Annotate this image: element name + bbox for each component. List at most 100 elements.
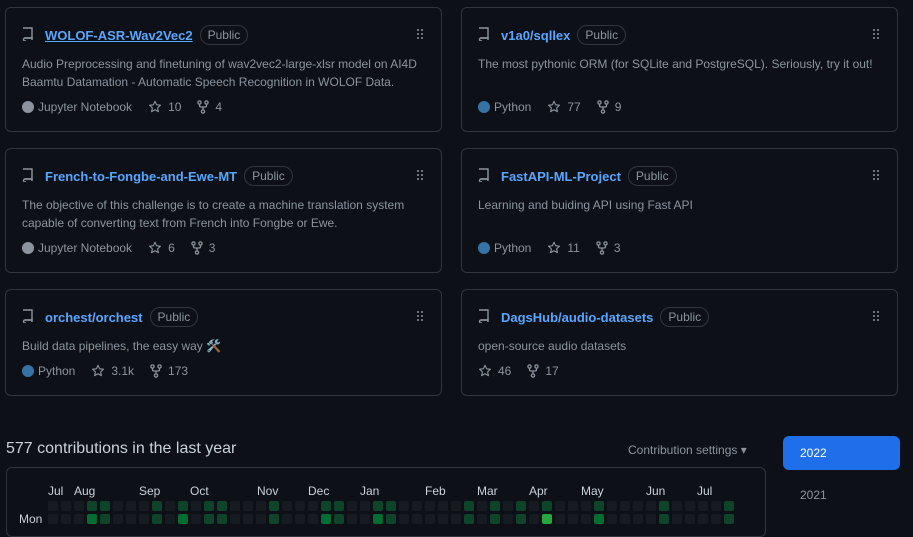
- repo-stars-link[interactable]: 6: [148, 241, 175, 255]
- contribution-day[interactable]: [269, 501, 279, 511]
- repo-card: FastAPI-ML-Project Public Learning and b…: [461, 148, 898, 273]
- repo-description: open-source audio datasets: [478, 339, 627, 353]
- contribution-day[interactable]: [607, 501, 617, 511]
- contribution-day[interactable]: [425, 501, 435, 511]
- repo-stars-link[interactable]: 11: [547, 241, 580, 255]
- repo-name-link[interactable]: orchest/orchest: [45, 310, 143, 325]
- contribution-day[interactable]: [308, 501, 318, 511]
- repo-stars-link[interactable]: 46: [478, 364, 511, 378]
- contribution-day[interactable]: [321, 501, 331, 511]
- contribution-day[interactable]: [386, 501, 396, 511]
- contribution-day[interactable]: [113, 501, 123, 511]
- contribution-day[interactable]: [347, 501, 357, 511]
- contributions-heading: 577 contributions in the last year: [6, 440, 237, 457]
- star-icon: [548, 100, 561, 113]
- repo-card: orchest/orchest Public Build data pipeli…: [5, 289, 442, 396]
- month-label: Aug: [74, 484, 96, 498]
- year-button-2022[interactable]: 2022: [783, 436, 900, 470]
- contribution-day[interactable]: [152, 501, 162, 511]
- repo-forks-link[interactable]: 4: [197, 100, 222, 114]
- contribution-day[interactable]: [74, 501, 84, 511]
- repo-name-link[interactable]: DagsHub/audio-datasets: [501, 310, 653, 325]
- year-button-2021[interactable]: 2021: [783, 478, 900, 512]
- contribution-day[interactable]: [724, 501, 734, 511]
- language-color-dot: [22, 242, 34, 254]
- contribution-day[interactable]: [256, 501, 266, 511]
- month-label: Oct: [190, 484, 209, 498]
- contribution-day[interactable]: [100, 501, 110, 511]
- repo-forks-link[interactable]: 3: [596, 241, 621, 255]
- visibility-badge: Public: [660, 307, 710, 327]
- contribution-day[interactable]: [646, 501, 656, 511]
- contribution-day[interactable]: [204, 501, 214, 511]
- contribution-day[interactable]: [412, 501, 422, 511]
- contribution-day[interactable]: [568, 501, 578, 511]
- contribution-settings-dropdown[interactable]: Contribution settings ▾: [628, 443, 747, 457]
- contribution-day[interactable]: [48, 501, 58, 511]
- drag-handle-icon[interactable]: [416, 28, 424, 40]
- contribution-day[interactable]: [282, 501, 292, 511]
- drag-handle-icon[interactable]: [872, 28, 880, 40]
- contribution-day[interactable]: [165, 501, 175, 511]
- contribution-day[interactable]: [295, 501, 305, 511]
- contribution-day[interactable]: [334, 501, 344, 511]
- contribution-day[interactable]: [581, 501, 591, 511]
- visibility-badge: Public: [199, 25, 249, 45]
- contribution-day[interactable]: [711, 501, 721, 511]
- contribution-day[interactable]: [529, 501, 539, 511]
- contribution-day[interactable]: [399, 501, 409, 511]
- repo-forks-link[interactable]: 3: [190, 241, 215, 255]
- repo-stars-link[interactable]: 3.1k: [91, 364, 134, 378]
- repo-description: Build data pipelines, the easy way 🛠️: [22, 339, 222, 353]
- contribution-day[interactable]: [191, 501, 201, 511]
- repo-icon: [22, 309, 33, 323]
- drag-handle-icon[interactable]: [416, 169, 424, 181]
- repo-card: French-to-Fongbe-and-Ewe-MT Public The o…: [5, 148, 442, 273]
- contribution-day[interactable]: [685, 501, 695, 511]
- contribution-day[interactable]: [373, 501, 383, 511]
- repo-name-link[interactable]: WOLOF-ASR-Wav2Vec2: [45, 28, 193, 43]
- contribution-day[interactable]: [633, 501, 643, 511]
- contribution-day[interactable]: [516, 501, 526, 511]
- contribution-day[interactable]: [555, 501, 565, 511]
- contribution-day[interactable]: [594, 501, 604, 511]
- contribution-day[interactable]: [61, 501, 71, 511]
- star-icon: [149, 241, 162, 254]
- star-icon: [479, 364, 491, 377]
- contribution-day[interactable]: [451, 501, 461, 511]
- drag-handle-icon[interactable]: [872, 310, 880, 322]
- repo-card: DagsHub/audio-datasets Public open-sourc…: [461, 289, 898, 396]
- contribution-day[interactable]: [503, 501, 513, 511]
- fork-icon: [527, 364, 540, 378]
- repo-forks-link[interactable]: 173: [150, 364, 188, 378]
- repo-stars-link[interactable]: 77: [547, 100, 581, 114]
- contribution-day[interactable]: [438, 501, 448, 511]
- contribution-day[interactable]: [87, 501, 97, 511]
- repo-name-link[interactable]: v1a0/sqllex: [501, 28, 570, 43]
- contribution-day[interactable]: [490, 501, 500, 511]
- contribution-day[interactable]: [672, 501, 682, 511]
- contribution-day[interactable]: [620, 501, 630, 511]
- drag-handle-icon[interactable]: [416, 310, 424, 322]
- drag-handle-icon[interactable]: [872, 169, 880, 181]
- visibility-badge: Public: [149, 307, 199, 327]
- repo-name-link[interactable]: FastAPI-ML-Project: [501, 169, 621, 184]
- contribution-day[interactable]: [542, 501, 552, 511]
- contribution-day[interactable]: [464, 501, 474, 511]
- contribution-day[interactable]: [139, 501, 149, 511]
- contribution-day[interactable]: [126, 501, 136, 511]
- contribution-day[interactable]: [243, 501, 253, 511]
- contribution-day[interactable]: [178, 501, 188, 511]
- contribution-day[interactable]: [230, 501, 240, 511]
- repo-forks-link[interactable]: 9: [596, 100, 621, 114]
- repo-name-link[interactable]: French-to-Fongbe-and-Ewe-MT: [45, 169, 237, 184]
- visibility-badge: Public: [577, 25, 627, 45]
- contribution-day[interactable]: [659, 501, 669, 511]
- repo-forks-link[interactable]: 17: [527, 364, 559, 378]
- contribution-day[interactable]: [217, 501, 227, 511]
- repo-language: Jupyter Notebook: [22, 100, 132, 114]
- contribution-day[interactable]: [477, 501, 487, 511]
- contribution-day[interactable]: [698, 501, 708, 511]
- repo-stars-link[interactable]: 10: [148, 100, 181, 114]
- contribution-day[interactable]: [360, 501, 370, 511]
